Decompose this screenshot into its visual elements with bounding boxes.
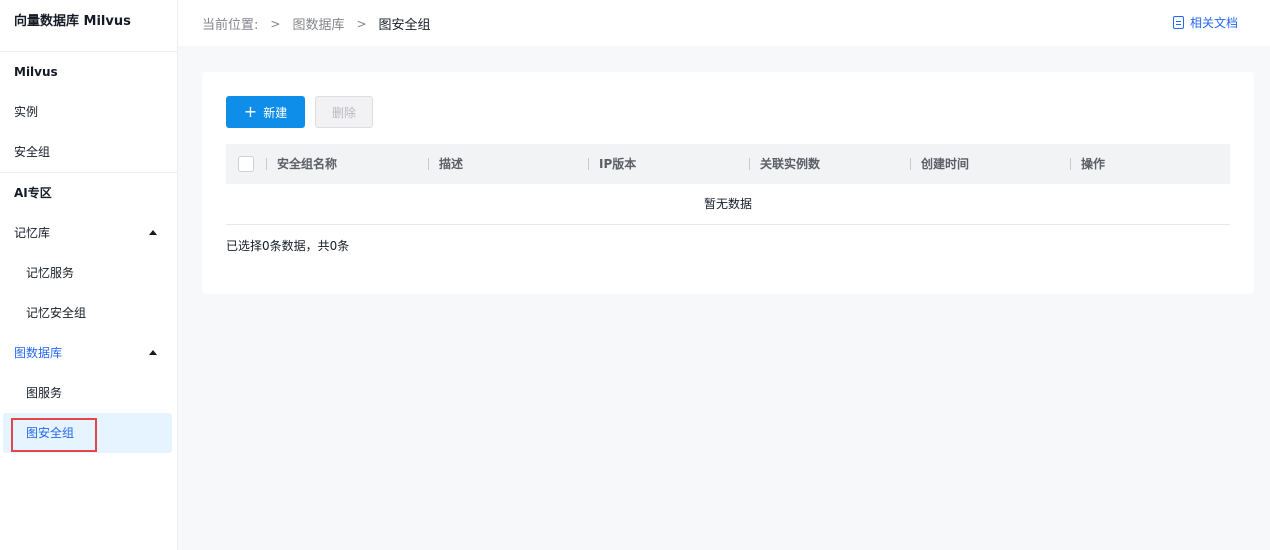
related-docs-link[interactable]: 相关文档 bbox=[1172, 14, 1238, 31]
sidebar-item-memory-security-group[interactable]: 记忆安全组 bbox=[0, 293, 177, 333]
column-header-ip-version[interactable]: IP版本 bbox=[588, 144, 636, 184]
sidebar-item-graph-db[interactable]: 图数据库 bbox=[0, 333, 177, 373]
column-header-created-time[interactable]: 创建时间 bbox=[910, 144, 969, 184]
column-header-name[interactable]: 安全组名称 bbox=[266, 144, 337, 184]
caret-up-icon bbox=[149, 230, 157, 235]
sidebar-group-heading: AI专区 bbox=[14, 186, 52, 200]
breadcrumb-current: 图安全组 bbox=[378, 18, 431, 33]
breadcrumb-item-graph-db[interactable]: 图数据库 bbox=[292, 14, 344, 33]
chevron-right-icon: > bbox=[270, 16, 281, 31]
caret-up-icon bbox=[149, 350, 157, 355]
sidebar-title: 向量数据库 Milvus bbox=[0, 0, 177, 52]
column-header-description[interactable]: 描述 bbox=[428, 144, 463, 184]
new-button-label: 新建 bbox=[263, 105, 288, 120]
breadcrumb-prefix: 当前位置: bbox=[202, 18, 259, 33]
sidebar-item-instances[interactable]: 实例 bbox=[0, 92, 177, 132]
sidebar-item-memory[interactable]: 记忆库 bbox=[0, 213, 177, 253]
table-empty-state: 暂无数据 bbox=[226, 184, 1230, 225]
document-icon bbox=[1172, 16, 1184, 29]
selection-summary: 已选择0条数据，共0条 bbox=[226, 239, 350, 253]
table-header: 安全组名称 描述 IP版本 关联实例数 创建时间 操作 bbox=[226, 144, 1230, 184]
sidebar-group-milvus: Milvus 实例 安全组 bbox=[0, 52, 177, 173]
sidebar-group-ai: AI专区 记忆库 记忆服务 记忆安全组 图数据库 图服务 图安全组 bbox=[0, 173, 177, 453]
sidebar-item-graph-service[interactable]: 图服务 bbox=[0, 373, 177, 413]
delete-button[interactable]: 删除 bbox=[315, 96, 373, 128]
sidebar-item-label: 图数据库 bbox=[14, 346, 63, 360]
sidebar-item-security-group[interactable]: 安全组 bbox=[0, 132, 177, 172]
sidebar: 向量数据库 Milvus Milvus 实例 安全组 AI专区 记忆库 记忆服务… bbox=[0, 0, 178, 550]
sidebar-item-memory-service[interactable]: 记忆服务 bbox=[0, 253, 177, 293]
sidebar-group-heading: Milvus bbox=[14, 65, 58, 79]
new-button[interactable]: + 新建 bbox=[226, 96, 305, 128]
highlight-outline bbox=[11, 418, 97, 452]
chevron-right-icon: > bbox=[356, 16, 367, 31]
plus-icon: + bbox=[243, 102, 258, 121]
sidebar-item-label: 记忆库 bbox=[14, 226, 51, 240]
breadcrumb: 当前位置: > 图数据库 > 图安全组 bbox=[202, 14, 431, 34]
top-bar: 当前位置: > 图数据库 > 图安全组 相关文档 bbox=[178, 0, 1270, 46]
select-all-checkbox[interactable] bbox=[238, 156, 254, 172]
column-header-linked-instances[interactable]: 关联实例数 bbox=[749, 144, 820, 184]
content-card: + 新建 删除 安全组名称 描述 IP版本 关联实例数 创建时间 操作 暂无数据… bbox=[202, 72, 1254, 294]
related-docs-label: 相关文档 bbox=[1189, 16, 1238, 30]
column-header-actions: 操作 bbox=[1070, 144, 1105, 184]
